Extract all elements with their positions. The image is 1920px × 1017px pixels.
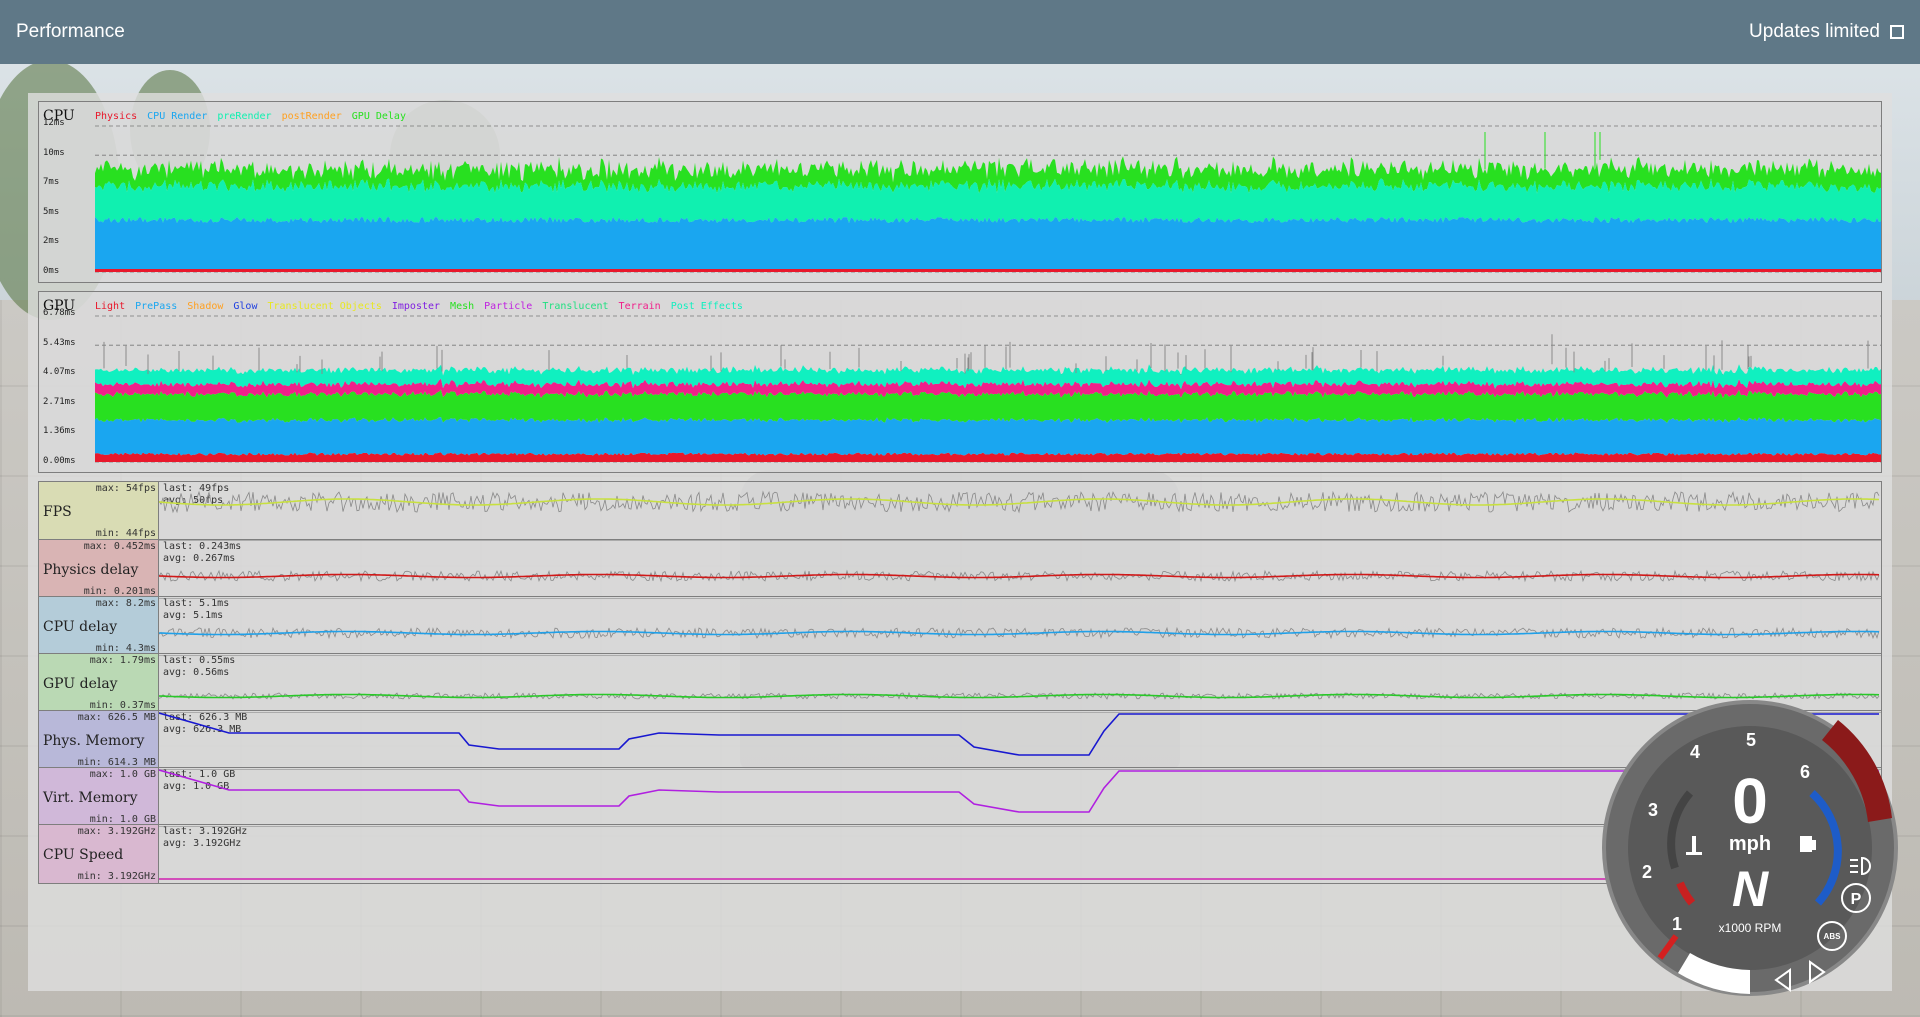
gpu-legend-item: Imposter (391, 301, 441, 312)
metric-min: min: 3.192GHz (77, 871, 156, 882)
metric-graph: max: 0.452ms Physics delay min: 0.201ms las… (38, 539, 1882, 599)
metric-name: CPU Speed (43, 847, 124, 863)
gpu-legend: Light PrePass Shadow Glow Translucent Object… (95, 301, 753, 312)
metric-max: max: 626.5 MB (77, 712, 156, 723)
cpu-legend: Physics CPU Render preRender postRender GPU … (95, 111, 416, 122)
rpm-tick-5: 5 (1746, 730, 1756, 750)
gpu-legend-item: Terrain (618, 301, 661, 312)
metric-max: max: 3.192GHz (77, 826, 156, 837)
metric-max: max: 8.2ms (95, 598, 156, 609)
metric-label-box: max: 0.452ms Physics delay min: 0.201ms (39, 540, 159, 598)
updates-limited-label: Updates limited (1749, 21, 1880, 42)
speed-readout: 0 (1732, 765, 1768, 837)
metric-plot (159, 569, 1880, 583)
gpu-band-mesh (95, 389, 1881, 423)
cpu-legend-item: GPU Delay (351, 111, 406, 122)
cpu-y-tick: 0ms (43, 265, 60, 276)
gpu-graph: GPU Light PrePass Shadow Glow Translucent Ob… (38, 291, 1882, 473)
updates-limited-checkbox[interactable] (1890, 25, 1904, 39)
gear-indicator: N (1732, 861, 1769, 917)
metric-label-box: max: 3.192GHz CPU Speed min: 3.192GHz (39, 825, 159, 883)
metric-name: CPU delay (43, 619, 118, 635)
metric-plot (159, 626, 1880, 640)
gpu-legend-item: Glow (233, 301, 258, 312)
gpu-legend-item: Translucent Objects (267, 301, 382, 312)
speed-unit: mph (1729, 833, 1771, 855)
gpu-legend-item: Light (95, 301, 126, 312)
gpu-y-tick: 1.36ms (43, 426, 76, 436)
gpu-legend-item: Shadow (187, 301, 224, 312)
rpm-tick-6: 6 (1800, 762, 1810, 782)
cpu-y-tick: 12ms (43, 118, 65, 128)
gpu-legend-item: Mesh (450, 301, 475, 312)
updates-limited-toggle[interactable]: Updates limited (1749, 21, 1904, 43)
cpu-graph: CPU Physics CPU Render preRender postRender… (38, 101, 1882, 283)
metric-graph: max: 8.2ms CPU delay min: 4.3ms last: 5.1ms… (38, 596, 1882, 656)
gpu-y-tick: 4.07ms (43, 367, 76, 377)
cpu-legend-item: Physics (95, 111, 138, 122)
gpu-y-tick: 5.43ms (43, 337, 76, 348)
metric-label-box: max: 1.79ms GPU delay min: 0.37ms (39, 654, 159, 712)
window-header: Performance Updates limited (0, 0, 1920, 64)
gpu-legend-item: Particle (484, 301, 533, 312)
metric-max: max: 0.452ms (83, 541, 156, 552)
cpu-band-physics (95, 269, 1881, 272)
metric-label-box: max: 626.5 MB Phys. Memory min: 614.3 MB (39, 711, 159, 769)
cpu-y-tick: 5ms (43, 206, 60, 217)
metric-name: Physics delay (43, 562, 139, 578)
gpu-legend-item: Translucent (542, 301, 609, 312)
svg-text:P: P (1851, 891, 1862, 908)
gpu-y-tick: 2.71ms (43, 396, 76, 407)
metric-max: max: 54fps (95, 483, 156, 494)
gpu-y-tick: 0.00ms (43, 455, 76, 466)
cpu-y-tick: 7ms (43, 177, 60, 187)
gpu-legend-item: PrePass (135, 301, 178, 312)
cpu-band-cpu-render (95, 217, 1881, 269)
rpm-unit-label: x1000 RPM (1719, 921, 1782, 935)
metric-smooth-line (159, 498, 1880, 506)
metric-name: FPS (43, 504, 72, 520)
metric-label-box: max: 1.0 GB Virt. Memory min: 1.0 GB (39, 768, 159, 826)
metric-name: Phys. Memory (43, 733, 145, 749)
metric-min: min: 44fps (95, 528, 156, 539)
window-title: Performance (16, 21, 125, 42)
metric-max: max: 1.79ms (89, 655, 156, 666)
cpu-y-tick: 10ms (43, 147, 65, 158)
rpm-tick-2: 2 (1642, 862, 1652, 882)
metric-graph: max: 54fps FPS min: 44fps last: 49fps avg: 5… (38, 481, 1882, 541)
cpu-legend-item: postRender (281, 111, 342, 122)
metric-max: max: 1.0 GB (89, 769, 156, 780)
metric-label-box: max: 54fps FPS min: 44fps (39, 482, 159, 540)
rpm-tick-4: 4 (1690, 742, 1700, 762)
gpu-y-tick: 6.78ms (43, 308, 76, 318)
rpm-tick-1: 1 (1672, 914, 1682, 934)
gpu-graph-plot (95, 315, 1881, 463)
cpu-graph-plot (95, 125, 1881, 273)
cpu-legend-item: preRender (217, 111, 272, 122)
gpu-legend-item: Post Effects (670, 301, 743, 312)
rpm-tick-3: 3 (1648, 800, 1658, 820)
cpu-legend-item: CPU Render (147, 111, 208, 122)
svg-text:ABS: ABS (1824, 932, 1842, 941)
cpu-y-tick: 2ms (43, 236, 60, 246)
metric-label-box: max: 8.2ms CPU delay min: 4.3ms (39, 597, 159, 655)
metric-name: Virt. Memory (43, 790, 138, 806)
metric-plot (159, 490, 1880, 514)
metric-name: GPU delay (43, 676, 118, 692)
gpu-band-prepass (95, 417, 1881, 456)
speedometer-gauge: 1 2 3 4 5 6 0 mph N x1000 RPM P ABS (1602, 700, 1898, 996)
cpu-band-prerender (95, 178, 1881, 223)
